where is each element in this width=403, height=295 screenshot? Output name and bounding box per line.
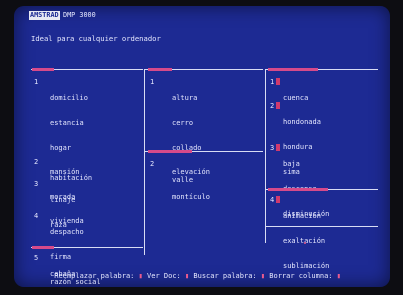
list-item[interactable]: estancia [50, 119, 88, 127]
view-doc-label[interactable]: Ver Doc: [147, 272, 181, 280]
list-item[interactable]: valle [172, 176, 197, 184]
col2-mid-bar [148, 150, 192, 153]
col1-num-2: 2 [34, 158, 39, 166]
status-bar: Reemplazar palabra: ▮ Ver Doc: ▮ Buscar … [29, 264, 341, 287]
col3-num-2: 2 [270, 102, 275, 110]
list-item[interactable]: altura [172, 94, 210, 102]
col2-group-2: valle [172, 160, 197, 201]
list-item[interactable]: hondonada [283, 118, 321, 126]
delete-column-label[interactable]: Borrar columna: [269, 272, 332, 280]
col1-num-5: 5 [34, 254, 39, 262]
divider-1 [144, 69, 145, 255]
divider-2 [265, 69, 266, 243]
col3-num-4: 4 [270, 196, 275, 204]
view-key: ▮ [180, 272, 194, 280]
model-label: DMP 3000 [63, 11, 96, 19]
list-item[interactable]: animación [283, 212, 329, 220]
list-item[interactable]: baja [283, 160, 329, 168]
terminal-screen: AMSTRAD DMP 3000 Ideal para cualquier or… [14, 6, 390, 287]
col3-marker-1 [276, 78, 280, 85]
search-word-label[interactable]: Buscar palabra: [193, 272, 256, 280]
col2-header-bar [148, 68, 172, 71]
list-item[interactable]: cerro [172, 119, 210, 127]
monitor-bezel: AMSTRAD DMP 3000 Ideal para cualquier or… [0, 0, 403, 295]
col3-marker-4 [276, 196, 280, 203]
col1-header-bar [32, 68, 54, 71]
list-item[interactable]: despacho [50, 228, 101, 236]
col3-header-bar [268, 68, 318, 71]
col3-mid-bar [268, 188, 328, 191]
col3-num-1: 1 [270, 78, 275, 86]
brand-label: AMSTRAD [29, 11, 60, 20]
col3-marker-3 [276, 144, 280, 151]
col1-num-3: 3 [34, 180, 39, 188]
col3-marker-2 [276, 102, 280, 109]
col1-group5-bar [32, 246, 54, 249]
search-key: ▮ [256, 272, 270, 280]
subtitle: Ideal para cualquier ordenador [31, 34, 161, 43]
delete-key: ▮ [332, 272, 341, 280]
col2-num-1: 1 [150, 78, 155, 86]
col1-num-1: 1 [34, 78, 39, 86]
list-item[interactable]: linaje [50, 196, 75, 204]
col2-num-2: 2 [150, 160, 155, 168]
list-item[interactable]: exaltación [283, 237, 329, 245]
list-item[interactable]: hogar [50, 144, 88, 152]
replace-key: ▮ [134, 272, 148, 280]
replace-word-label[interactable]: Reemplazar palabra: [54, 272, 134, 280]
col1-num-4: 4 [34, 212, 39, 220]
list-item[interactable]: domicilio [50, 94, 88, 102]
col3-bottom-rule [266, 226, 378, 227]
col3-num-3: 3 [270, 144, 275, 152]
cursor-dot [304, 242, 306, 244]
